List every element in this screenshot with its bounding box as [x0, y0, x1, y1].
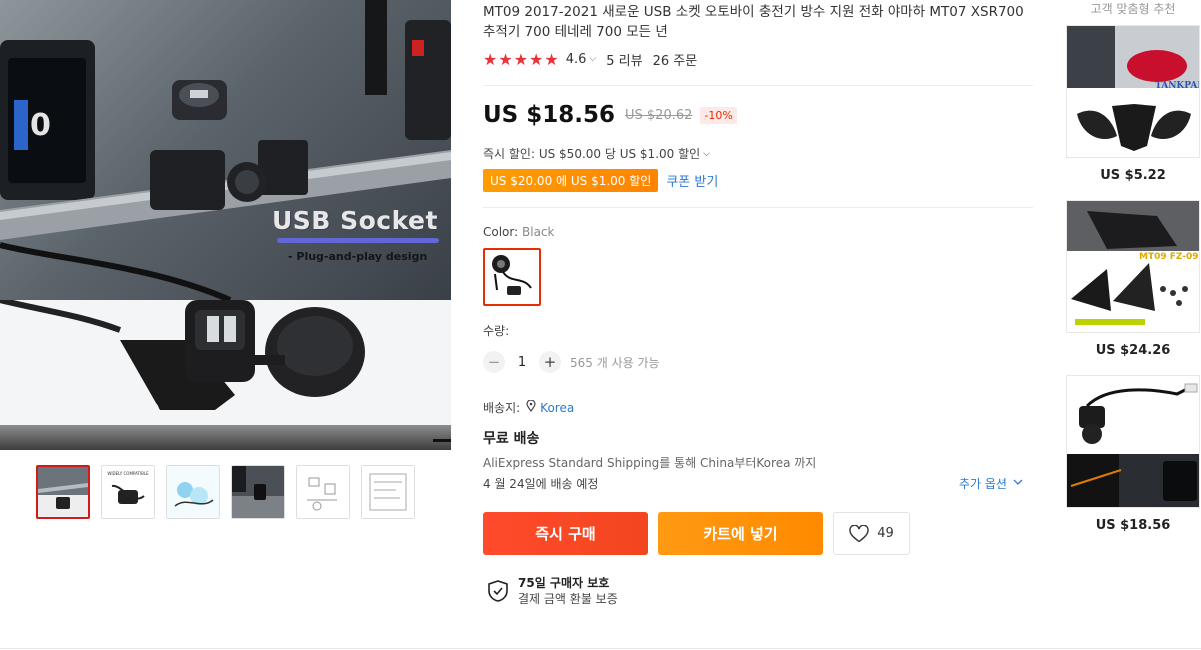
coupon-row: US $20.00 에 US $1.00 할인 쿠폰 받기: [483, 169, 718, 192]
overlay-underline: [277, 238, 439, 243]
color-label: Color: Black: [483, 225, 554, 239]
thumbnail-5[interactable]: [296, 465, 350, 519]
price-row: US $18.56 US $20.62 -10%: [483, 102, 737, 128]
recommendation-price-1[interactable]: US $5.22: [1066, 168, 1200, 183]
recommendation-price-3[interactable]: US $18.56: [1066, 518, 1200, 533]
decrease-quantity-button[interactable]: −: [483, 351, 505, 373]
buyer-protection-subtitle: 결제 금액 환불 보증: [518, 592, 618, 606]
recommendation-price-2[interactable]: US $24.26: [1066, 343, 1200, 358]
tankpad-label: TANKPAD: [1155, 81, 1200, 91]
shipping-method: AliExpress Standard Shipping를 통해 China부터…: [483, 456, 817, 470]
usb-socket-overlay-title: USB Socket: [272, 206, 438, 235]
original-price: US $20.62: [625, 107, 693, 123]
instant-discount[interactable]: 즉시 할인: US $50.00 당 US $1.00 할인 ⌵: [483, 145, 710, 162]
recommendation-image-3: [1067, 376, 1199, 507]
recommendation-image-2: MT09 FZ-09: [1067, 201, 1199, 332]
buyer-protection: 75일 구매자 보호 결제 금액 환불 보증: [486, 575, 618, 607]
mt09-label: MT09 FZ-09: [1139, 252, 1199, 262]
thumbnail-6[interactable]: [361, 465, 415, 519]
rating-row: ★★★★★ 4.6 ⌵ 5 리뷰 26 주문: [483, 49, 698, 69]
overlay-subtitle: - Plug-and-play design: [288, 250, 428, 263]
coupon-tag: US $20.00 에 US $1.00 할인: [483, 169, 659, 192]
instant-discount-text: 즉시 할인: US $50.00 당 US $1.00 할인: [483, 147, 701, 161]
ship-to-label: 배송지:: [483, 401, 521, 415]
socket-closeup-illustration: [0, 297, 365, 419]
ship-to-row: 배송지: Korea: [483, 399, 574, 416]
rating-stars: ★★★★★: [483, 49, 560, 69]
recommendation-card-1[interactable]: TANKPAD 2021: [1066, 25, 1200, 158]
get-coupon-link[interactable]: 쿠폰 받기: [666, 171, 718, 190]
thumbnail-3[interactable]: [166, 465, 220, 519]
thumbnail-strip: WIDELY COMPATIBLE: [36, 465, 415, 519]
delivery-estimate: 4 월 24일에 배송 예정: [483, 477, 599, 491]
socket-closeup-background: [0, 297, 451, 425]
divider: [483, 207, 1033, 208]
recommendation-card-2[interactable]: MT09 FZ-09: [1066, 200, 1200, 333]
buy-now-button[interactable]: 즉시 구매: [483, 512, 648, 555]
shield-check-icon: [486, 579, 510, 603]
product-title: MT09 2017-2021 새로운 USB 소켓 오토바이 충전기 방수 지원…: [483, 4, 1024, 40]
image-scroll-indicator: [433, 439, 451, 442]
current-price: US $18.56: [483, 102, 616, 128]
buyer-protection-text: 75일 구매자 보호 결제 금액 환불 보증: [518, 575, 618, 607]
image-floor: [0, 425, 451, 450]
stock-available: 565 개 사용 가능: [570, 355, 660, 370]
color-label-text: Color:: [483, 225, 519, 239]
wishlist-count: 49: [877, 526, 894, 541]
quantity-value[interactable]: 1: [505, 355, 539, 370]
free-shipping-label: 무료 배송: [483, 431, 540, 447]
instant-discount-chevron-down-icon: ⌵: [703, 148, 710, 159]
add-to-cart-button[interactable]: 카트에 넣기: [658, 512, 823, 555]
main-product-image[interactable]: 0 USB Socket - Plug-and-play design: [0, 0, 451, 450]
heart-icon: [849, 524, 869, 543]
chevron-down-icon: [1013, 478, 1023, 489]
svg-text:0: 0: [30, 108, 51, 143]
recommendations-title: 고객 맞춤형 추천: [1090, 2, 1176, 16]
more-options-label: 추가 옵션: [959, 477, 1007, 491]
thumbnail-2[interactable]: WIDELY COMPATIBLE: [101, 465, 155, 519]
order-count: 26 주문: [652, 53, 698, 69]
ship-to-country-link[interactable]: Korea: [540, 401, 574, 415]
divider: [483, 85, 1033, 86]
quantity-stepper: − 1 + 565 개 사용 가능: [483, 351, 660, 373]
swatch-image: [485, 250, 539, 304]
thumbnail-1[interactable]: [36, 465, 90, 519]
color-swatch-black[interactable]: [483, 248, 541, 306]
recommendation-card-3[interactable]: [1066, 375, 1200, 508]
color-value: Black: [522, 225, 555, 239]
rating-chevron-down-icon[interactable]: ⌵: [589, 54, 596, 64]
page-divider: [0, 648, 1201, 649]
tankpad-year: 2021: [1167, 91, 1185, 99]
thumbnail-4[interactable]: [231, 465, 285, 519]
location-pin-icon: [526, 399, 536, 415]
thumbnail-2-caption: WIDELY COMPATIBLE: [107, 471, 149, 476]
rating-value[interactable]: 4.6: [566, 52, 587, 67]
more-shipping-options-link[interactable]: 추가 옵션: [959, 475, 1023, 492]
wishlist-button[interactable]: 49: [833, 512, 910, 555]
recommendation-image-1: TANKPAD 2021: [1067, 26, 1200, 157]
discount-badge: -10%: [700, 106, 737, 124]
increase-quantity-button[interactable]: +: [539, 351, 561, 373]
buyer-protection-title: 75일 구매자 보호: [518, 576, 610, 590]
quantity-label: 수량:: [483, 324, 510, 338]
review-count[interactable]: 5 리뷰: [606, 50, 642, 69]
